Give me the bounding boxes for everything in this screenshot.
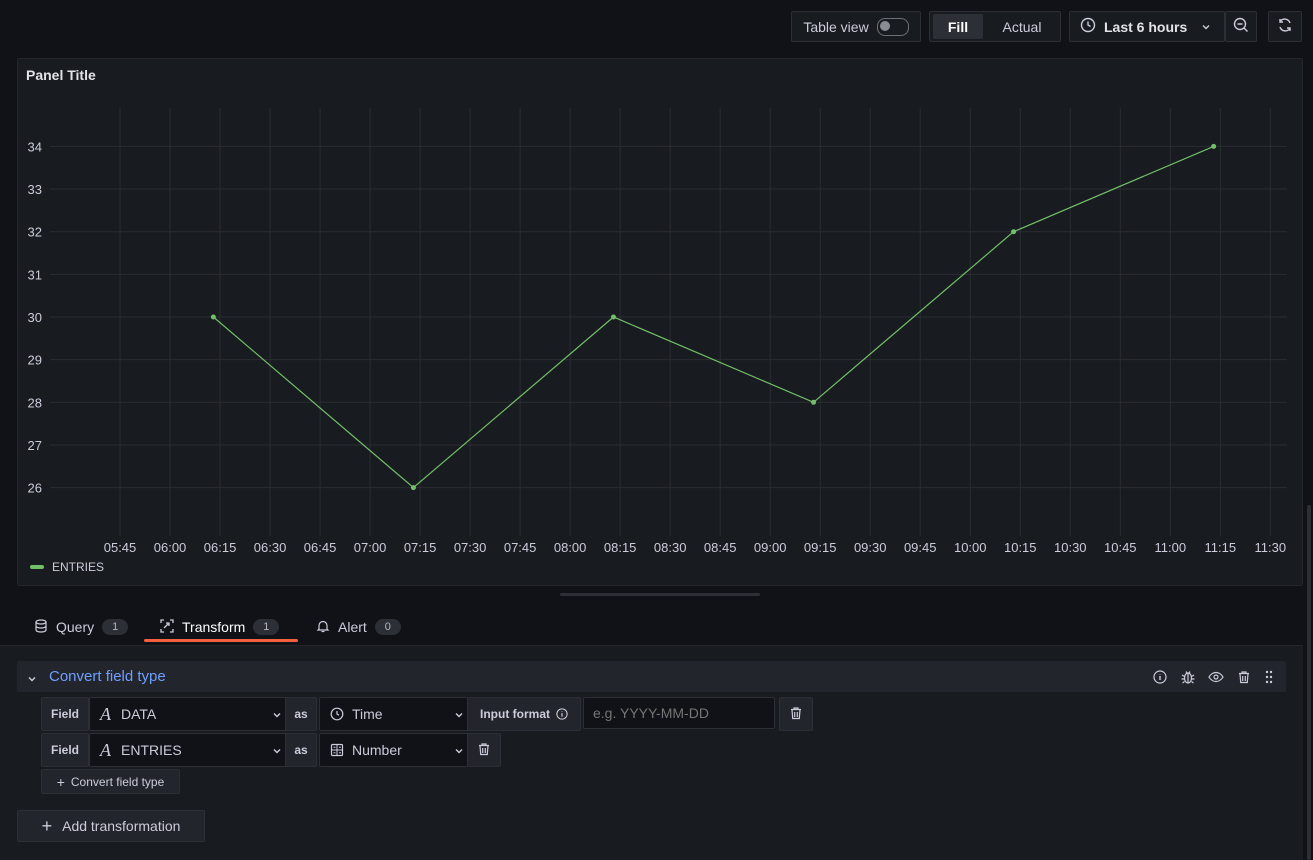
- x-tick-label: 05:45: [104, 540, 137, 555]
- as-label: as: [285, 733, 317, 767]
- as-label: as: [285, 697, 317, 731]
- tab-count-badge: 1: [253, 619, 280, 635]
- add-convert-field-type-button[interactable]: + Convert field type: [41, 769, 180, 794]
- field-label: Field: [41, 733, 89, 767]
- tab-label: Transform: [182, 619, 246, 635]
- string-type-icon: A: [100, 739, 111, 760]
- chevron-down-icon: [454, 707, 464, 723]
- database-icon: [34, 618, 48, 636]
- data-point: [811, 399, 817, 405]
- clock-icon: [330, 707, 344, 721]
- field-value: ENTRIES: [121, 742, 182, 758]
- chevron-down-icon: [272, 707, 282, 723]
- legend-label: ENTRIES: [52, 560, 105, 574]
- chevron-down-icon: [454, 743, 464, 759]
- y-tick-label: 32: [28, 225, 42, 240]
- x-tick-label: 08:00: [554, 540, 587, 555]
- x-tick-label: 07:15: [404, 540, 437, 555]
- active-tab-underline: [144, 639, 298, 642]
- x-tick-label: 11:30: [1255, 540, 1287, 555]
- y-tick-label: 28: [28, 395, 42, 410]
- x-tick-label: 07:00: [354, 540, 387, 555]
- calculator-icon: [330, 743, 344, 757]
- drag-handle-icon[interactable]: [1261, 669, 1277, 685]
- add-transformation-button[interactable]: + Add transformation: [17, 810, 205, 842]
- x-tick-label: 06:15: [204, 540, 237, 555]
- data-point: [1011, 229, 1017, 235]
- tab-label: Alert: [338, 619, 367, 635]
- bell-icon: [316, 619, 330, 636]
- type-select-time[interactable]: Time: [319, 697, 475, 731]
- field-select-entries[interactable]: A ENTRIES: [89, 733, 293, 767]
- x-tick-label: 06:00: [154, 540, 187, 555]
- x-tick-label: 10:45: [1104, 540, 1137, 555]
- y-tick-label: 30: [28, 310, 42, 325]
- x-tick-label: 09:30: [854, 540, 887, 555]
- string-type-icon: A: [100, 703, 111, 724]
- x-tick-label: 08:15: [604, 540, 637, 555]
- pane-resize-handle[interactable]: [560, 593, 760, 596]
- tab-query[interactable]: Query 1: [34, 612, 129, 642]
- plus-icon: +: [41, 815, 53, 836]
- type-value: Number: [352, 742, 402, 758]
- x-tick-label: 08:30: [654, 540, 687, 555]
- plus-icon: +: [56, 773, 65, 790]
- delete-row-button[interactable]: [467, 733, 501, 767]
- transformation-title[interactable]: Convert field type: [49, 668, 166, 685]
- input-format-label: Input format: [467, 697, 581, 731]
- x-tick-label: 08:45: [704, 540, 737, 555]
- time-series-chart[interactable]: 26 27 28 29 30 31 32 33 34 05:45 06:00 06:15 06:30 06…: [0, 0, 1313, 590]
- field-value: DATA: [121, 706, 157, 722]
- trash-icon[interactable]: [1236, 669, 1252, 685]
- x-tick-label: 06:45: [304, 540, 337, 555]
- x-tick-label: 09:15: [804, 540, 837, 555]
- scrollbar[interactable]: [1307, 505, 1311, 860]
- data-point: [1211, 143, 1217, 149]
- x-tick-label: 07:45: [504, 540, 537, 555]
- trash-icon: [789, 706, 803, 723]
- tab-count-badge: 0: [374, 619, 401, 635]
- x-tick-label: 11:15: [1205, 540, 1237, 555]
- x-tick-label: 11:00: [1155, 540, 1187, 555]
- field-select-data[interactable]: A DATA: [89, 697, 293, 731]
- data-point: [410, 485, 416, 491]
- x-tick-label: 10:30: [1054, 540, 1087, 555]
- chevron-down-icon: [272, 743, 282, 759]
- tab-transform[interactable]: Transform 1: [160, 612, 280, 642]
- x-tick-label: 07:30: [454, 540, 487, 555]
- legend-item[interactable]: ENTRIES: [30, 560, 104, 574]
- type-value: Time: [352, 706, 383, 722]
- info-icon[interactable]: [556, 708, 568, 720]
- x-tick-label: 09:45: [904, 540, 937, 555]
- input-format-field[interactable]: [583, 697, 775, 729]
- legend-swatch: [30, 565, 44, 569]
- trash-icon: [477, 742, 491, 759]
- x-tick-label: 09:00: [754, 540, 787, 555]
- y-tick-label: 27: [28, 438, 42, 453]
- eye-icon[interactable]: [1208, 669, 1224, 685]
- info-icon[interactable]: [1152, 669, 1168, 685]
- bug-icon[interactable]: [1180, 669, 1196, 685]
- y-tick-label: 31: [28, 267, 42, 282]
- tab-alert[interactable]: Alert 0: [316, 612, 401, 642]
- y-tick-label: 34: [28, 139, 42, 154]
- tab-count-badge: 1: [102, 619, 129, 635]
- x-tick-label: 10:15: [1004, 540, 1037, 555]
- y-tick-label: 29: [28, 353, 42, 368]
- data-point: [210, 314, 216, 320]
- delete-row-button[interactable]: [779, 697, 813, 731]
- data-point: [610, 314, 616, 320]
- type-select-number[interactable]: Number: [319, 733, 475, 767]
- x-tick-label: 10:00: [954, 540, 987, 555]
- field-label: Field: [41, 697, 89, 731]
- collapse-chevron-icon[interactable]: [27, 671, 37, 687]
- tab-label: Query: [56, 619, 95, 635]
- y-tick-label: 33: [28, 182, 42, 197]
- y-tick-label: 26: [28, 481, 42, 496]
- x-tick-label: 06:30: [254, 540, 287, 555]
- transform-icon: [160, 618, 174, 636]
- transformation-header[interactable]: [17, 661, 1286, 692]
